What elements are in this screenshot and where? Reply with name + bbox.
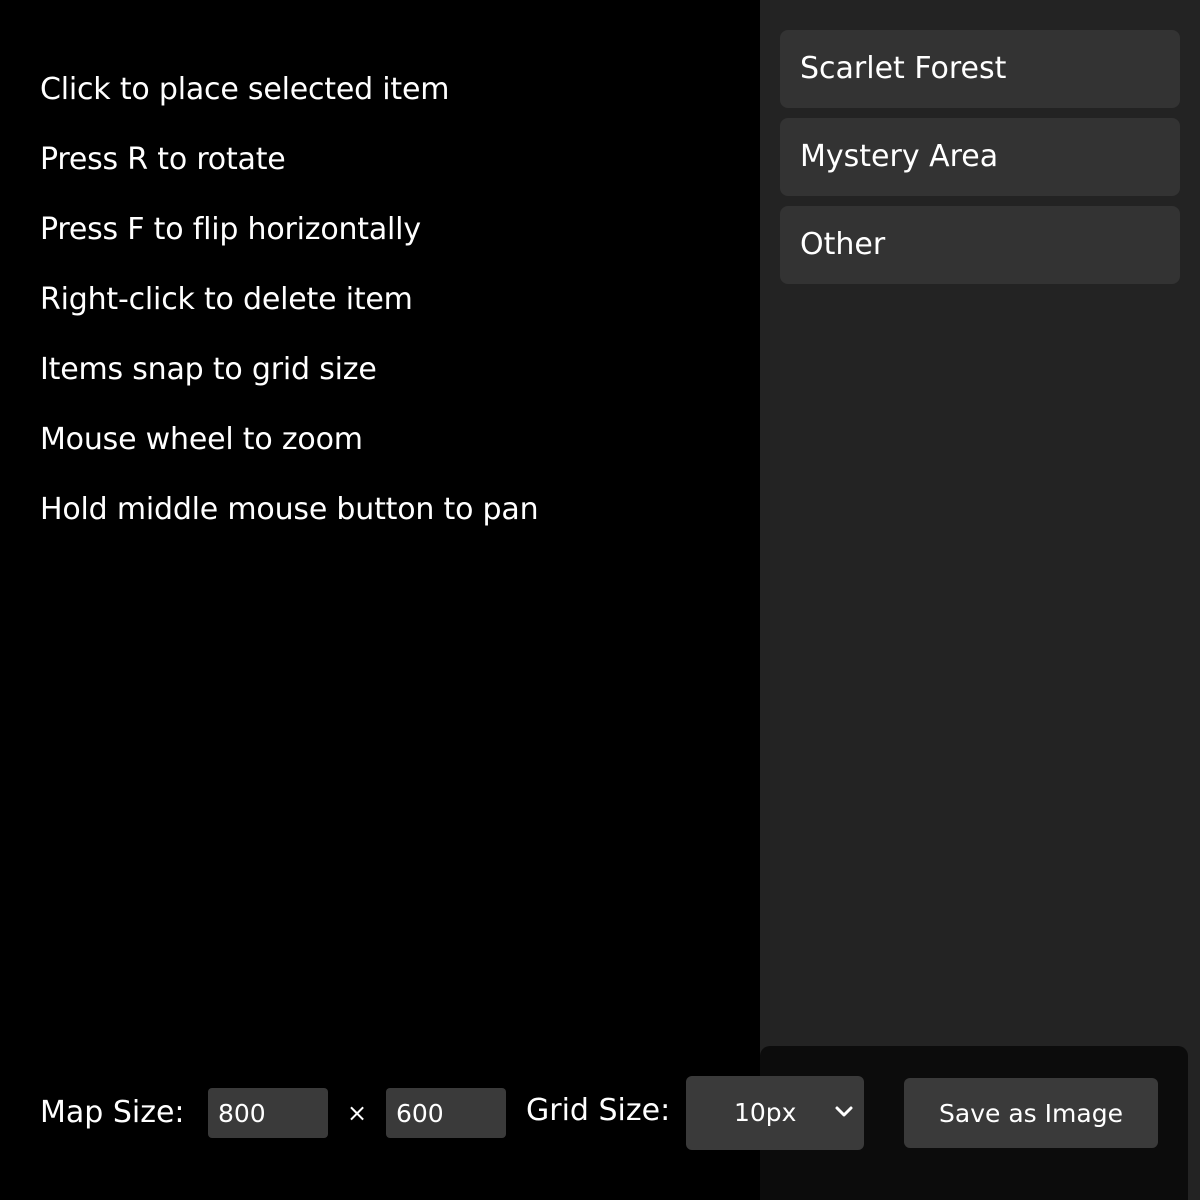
instruction-place: Click to place selected item [40,72,450,107]
grid-size-label: Grid Size: [526,1093,671,1128]
instruction-snap: Items snap to grid size [40,352,377,387]
map-width-input[interactable] [208,1088,328,1138]
times-symbol: × [347,1099,368,1127]
category-scarlet-forest[interactable]: Scarlet Forest [780,30,1180,108]
grid-size-value: 10px [734,1098,797,1127]
grid-size-select[interactable]: 10px [686,1076,864,1150]
category-sidebar: Scarlet Forest Mystery Area Other [760,0,1200,1200]
instruction-flip: Press F to flip horizontally [40,212,421,247]
chevron-down-icon [835,1106,853,1117]
instruction-zoom: Mouse wheel to zoom [40,422,363,457]
category-other[interactable]: Other [780,206,1180,284]
app-root: Click to place selected item Press R to … [0,0,1200,1200]
instruction-delete: Right-click to delete item [40,282,413,317]
map-size-label: Map Size: [40,1095,185,1130]
instruction-rotate: Press R to rotate [40,142,286,177]
map-height-input[interactable] [386,1088,506,1138]
instruction-pan: Hold middle mouse button to pan [40,492,539,527]
instructions-list: Click to place selected item Press R to … [40,70,539,560]
category-mystery-area[interactable]: Mystery Area [780,118,1180,196]
save-as-image-button[interactable]: Save as Image [904,1078,1158,1148]
map-canvas[interactable]: Click to place selected item Press R to … [0,0,760,1200]
